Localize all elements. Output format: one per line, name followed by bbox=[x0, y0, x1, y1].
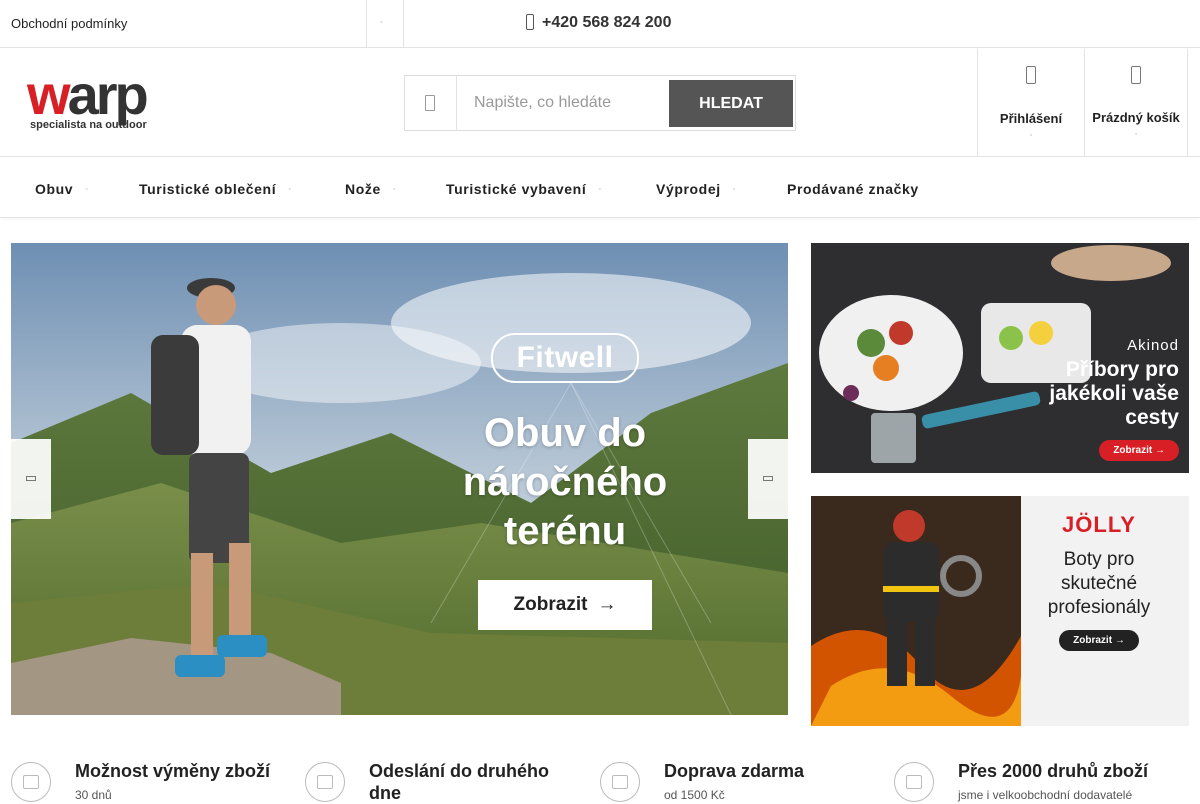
search-input[interactable] bbox=[457, 76, 669, 130]
main-nav: Obuv ◦ Turistické oblečení ◦ Nože ◦ Turisti… bbox=[0, 158, 1200, 218]
clock-icon bbox=[305, 762, 345, 802]
nav-item-vybaveni[interactable]: Turistické vybavení ◦ bbox=[446, 181, 601, 197]
nav-item-znacky[interactable]: Prodávané značky bbox=[787, 181, 919, 197]
arrow-right-icon bbox=[763, 476, 773, 481]
feature-free-shipping: Doprava zdarma od 1500 Kč bbox=[600, 758, 880, 802]
feature-exchange: Možnost výměny zboží 30 dnů bbox=[11, 758, 291, 802]
slider-next-button[interactable] bbox=[748, 439, 788, 519]
login-button[interactable]: Přihlášení ◦ bbox=[977, 49, 1084, 156]
slider-prev-button[interactable] bbox=[11, 439, 51, 519]
banner-text: JÖLLY Boty pro skutečné profesionály Zobra… bbox=[1033, 512, 1165, 651]
chevron-down-icon: ◦ bbox=[732, 186, 736, 193]
phone-number[interactable]: +420 568 824 200 bbox=[526, 14, 671, 32]
promo-banner-akinod[interactable]: Akinod Příbory pro jakékoli vaše cesty Zob… bbox=[811, 243, 1189, 473]
chevron-down-icon: ◦ bbox=[1029, 132, 1033, 139]
nav-item-oblečení[interactable]: Turistické oblečení ◦ bbox=[139, 181, 291, 197]
top-bar: Obchodní podmínky ◦ +420 568 824 200 bbox=[0, 0, 1200, 48]
arrow-left-icon bbox=[26, 476, 36, 481]
banner-text: Akinod Příbory pro jakékoli vaše cesty Zob… bbox=[1049, 337, 1179, 461]
search-icon[interactable] bbox=[425, 95, 435, 111]
chevron-down-icon: ◦ bbox=[392, 186, 396, 193]
hero-headline: Obuv do náročného terénu bbox=[462, 411, 668, 553]
search-bar: HLEDAT bbox=[404, 75, 796, 131]
hero-content: Fitwell Obuv do náročného terénu Zobrazi… bbox=[447, 333, 683, 630]
divider bbox=[366, 0, 367, 48]
phone-text: +420 568 824 200 bbox=[542, 14, 672, 31]
cart-label: Prázdný košík bbox=[1092, 110, 1180, 125]
divider bbox=[403, 0, 404, 48]
chevron-down-icon: ◦ bbox=[85, 186, 88, 193]
banner-cta-button[interactable]: Zobrazit → bbox=[1059, 630, 1139, 651]
jolly-logo: JÖLLY bbox=[1062, 512, 1136, 537]
warehouse-icon bbox=[894, 762, 934, 802]
user-icon bbox=[1026, 66, 1036, 84]
cart-button[interactable]: Prázdný košík ◦ bbox=[1084, 49, 1188, 156]
logo-tagline: specialista na outdoor bbox=[30, 119, 147, 131]
chevron-down-icon: ◦ bbox=[598, 186, 601, 193]
terms-link[interactable]: Obchodní podmínky bbox=[11, 16, 127, 31]
nav-item-vyprodej[interactable]: Výprodej ◦ bbox=[656, 181, 735, 197]
nav-item-obuv[interactable]: Obuv ◦ bbox=[35, 181, 88, 197]
hero-cta-button[interactable]: Zobrazit → bbox=[478, 580, 652, 630]
nav-item-noze[interactable]: Nože ◦ bbox=[345, 181, 395, 197]
chevron-down-icon[interactable]: ◦ bbox=[380, 19, 382, 26]
hero-slider[interactable]: Fitwell Obuv do náročného terénu Zobrazi… bbox=[11, 243, 788, 715]
banner-cta-button[interactable]: Zobrazit → bbox=[1099, 440, 1179, 461]
logo-wordmark: warp bbox=[27, 63, 149, 126]
logo[interactable]: warp specialista na outdoor bbox=[27, 63, 197, 132]
hero-brand: Fitwell bbox=[490, 333, 640, 383]
login-label: Přihlášení bbox=[999, 111, 1063, 126]
exchange-icon bbox=[11, 762, 51, 802]
cart-icon bbox=[1131, 66, 1141, 84]
site-header: warp specialista na outdoor HLEDAT Přihl… bbox=[0, 49, 1200, 157]
phone-icon bbox=[526, 14, 534, 30]
chevron-down-icon: ◦ bbox=[288, 186, 291, 193]
promo-banner-jolly[interactable]: JÖLLY Boty pro skutečné profesionály Zobra… bbox=[811, 496, 1189, 726]
chevron-down-icon: ◦ bbox=[1134, 131, 1138, 138]
feature-shipping-time: Odeslání do druhého dne bbox=[305, 758, 585, 803]
feature-assortment: Přes 2000 druhů zboží jsme i velkoobchod… bbox=[894, 758, 1194, 802]
search-button[interactable]: HLEDAT bbox=[669, 80, 793, 127]
truck-icon bbox=[600, 762, 640, 802]
